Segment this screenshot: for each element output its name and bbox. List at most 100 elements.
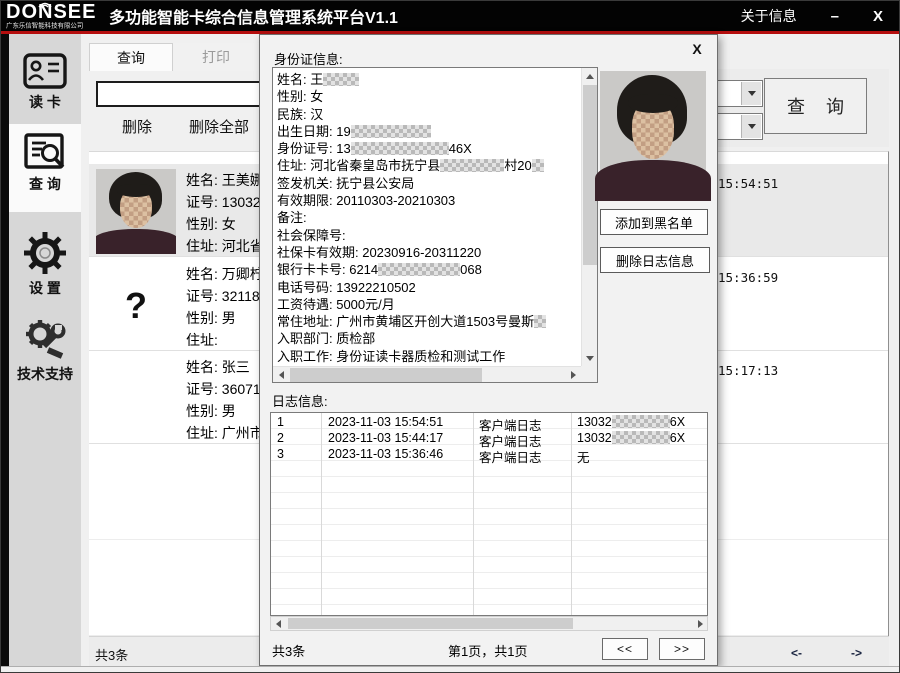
sidebar-label-read-card: 读 卡 [9,92,81,112]
field-label: 证号: [186,194,218,210]
record-time: 15:17:13 [718,363,778,378]
log-row-1[interactable]: 1 2023-11-03 15:54:51 客户端日志 130326X [271,414,707,430]
query-button[interactable]: 查 询 [764,78,867,134]
record-time: 15:36:59 [718,270,778,285]
delete-all-button[interactable]: 删除全部 [173,114,265,138]
log-time: 2023-11-03 15:36:46 [328,447,443,461]
horizontal-scrollbar[interactable] [273,366,581,382]
portrait-photo [600,71,706,197]
redacted-mosaic [351,125,431,138]
prev-page-arrow[interactable]: <- [791,646,802,660]
record-name: 万卿柠 [222,266,264,282]
scroll-right-icon[interactable] [693,617,707,630]
scroll-up-icon[interactable] [582,68,598,84]
id-info-label: 身份证信息: [274,49,343,68]
left-edge-strip [1,34,9,666]
field-label: 证号: [186,381,218,397]
log-type: 客户端日志 [479,447,542,466]
gear-icon [22,230,68,276]
sidebar-label-settings: 设 置 [9,278,81,298]
chevron-down-icon[interactable] [741,115,761,138]
id-info-line: 工资待遇: 5000元/月 [277,296,579,313]
log-total-count: 共3条 [272,641,305,660]
close-button[interactable]: X [873,8,883,25]
id-info-textarea[interactable]: 姓名: 王性别: 女民族: 汉出生日期: 19身份证号: 1346X住址: 河北… [272,67,598,383]
record-sex: 女 [222,216,236,232]
chevron-down-icon[interactable] [741,82,761,105]
log-time: 2023-11-03 15:44:17 [328,431,443,445]
log-info-label: 日志信息: [272,391,328,410]
record-time: 15:54:51 [718,176,778,191]
log-num: 1 [277,415,284,429]
sidebar: 读 卡 查 询 [9,34,81,666]
vertical-scrollbar[interactable] [581,68,597,366]
window-title: 多功能智能卡综合信息管理系统平台V1.1 [109,4,398,28]
id-info-line: 出生日期: 19 [277,123,579,140]
scroll-left-icon[interactable] [273,367,289,383]
minimize-button[interactable]: – [831,8,839,25]
id-info-line: 入职工作: 身份证读卡器质检和测试工作 [277,348,579,364]
field-label: 姓名: [186,172,218,188]
scrollbar-thumb[interactable] [288,618,573,629]
id-info-line: 社会保障号: [277,227,579,244]
log-prev-page-button[interactable]: << [602,638,648,660]
scroll-left-icon[interactable] [271,617,285,630]
sidebar-label-support: 技术支持 [9,364,81,384]
next-page-arrow[interactable]: -> [851,646,862,660]
id-info-line: 银行卡卡号: 6214068 [277,261,579,278]
record-addr: 广州市 [222,425,264,441]
log-id: 130326X [577,431,685,445]
field-label: 姓名: [186,266,218,282]
tab-print[interactable]: 打印 [173,43,259,71]
id-info-line: 姓名: 王 [277,71,579,88]
app-window: DONSEE 广东乐信智能科技有限公司 多功能智能卡综合信息管理系统平台V1.1… [0,0,900,673]
id-info-line: 民族: 汉 [277,106,579,123]
id-info-line: 入职部门: 质检部 [277,330,579,347]
delete-button[interactable]: 删除 [106,114,168,138]
sidebar-item-support[interactable]: 技术支持 [9,308,81,378]
total-count: 共3条 [95,645,128,664]
log-id: 130326X [577,415,685,429]
id-info-content: 姓名: 王性别: 女民族: 汉出生日期: 19身份证号: 1346X住址: 河北… [277,71,579,364]
title-bar: DONSEE 广东乐信智能科技有限公司 多功能智能卡综合信息管理系统平台V1.1… [1,1,900,31]
redacted-mosaic [440,159,504,172]
redacted-mosaic [532,159,544,172]
search-doc-icon [22,132,68,172]
dialog-close-button[interactable]: X [687,39,707,59]
record-name: 张三 [222,359,250,375]
scroll-right-icon[interactable] [565,367,581,383]
sidebar-label-query: 查 询 [9,174,81,194]
id-info-line: 有效期限: 20110303-20210303 [277,192,579,209]
sidebar-item-settings[interactable]: 设 置 [9,222,81,292]
record-addr: 河北省 [222,238,264,254]
log-num: 3 [277,447,284,461]
log-horizontal-scrollbar[interactable] [270,616,708,631]
field-label: 住址: [186,238,218,254]
about-menu[interactable]: 关于信息 [741,6,797,26]
record-sex: 男 [222,310,236,326]
log-table[interactable]: 1 2023-11-03 15:54:51 客户端日志 130326X 2 20… [270,412,708,616]
field-label: 性别: [186,216,218,232]
log-row-3[interactable]: 3 2023-11-03 15:36:46 客户端日志 无 [271,446,707,462]
log-id: 无 [577,447,590,466]
delete-log-button[interactable]: 删除日志信息 [600,247,710,273]
log-row-2[interactable]: 2 2023-11-03 15:44:17 客户端日志 130326X [271,430,707,446]
log-num: 2 [277,431,284,445]
field-label: 性别: [186,310,218,326]
scroll-down-icon[interactable] [582,350,598,366]
record-sex: 男 [222,403,236,419]
sidebar-item-query[interactable]: 查 询 [9,124,81,212]
field-label: 证号: [186,288,218,304]
field-label: 住址: [186,425,218,441]
id-info-line: 备注: [277,209,579,226]
field-label: 住址: [186,332,218,348]
tab-query[interactable]: 查询 [89,43,173,71]
scrollbar-thumb[interactable] [290,368,482,382]
sidebar-item-read-card[interactable]: 读 卡 [9,44,81,124]
redacted-mosaic [351,142,449,155]
add-blacklist-button[interactable]: 添加到黑名单 [600,209,708,235]
log-next-page-button[interactable]: >> [659,638,705,660]
id-info-line: 签发机关: 抚宁县公安局 [277,175,579,192]
logo-subtext: 广东乐信智能科技有限公司 [6,21,83,30]
log-time: 2023-11-03 15:54:51 [328,415,443,429]
